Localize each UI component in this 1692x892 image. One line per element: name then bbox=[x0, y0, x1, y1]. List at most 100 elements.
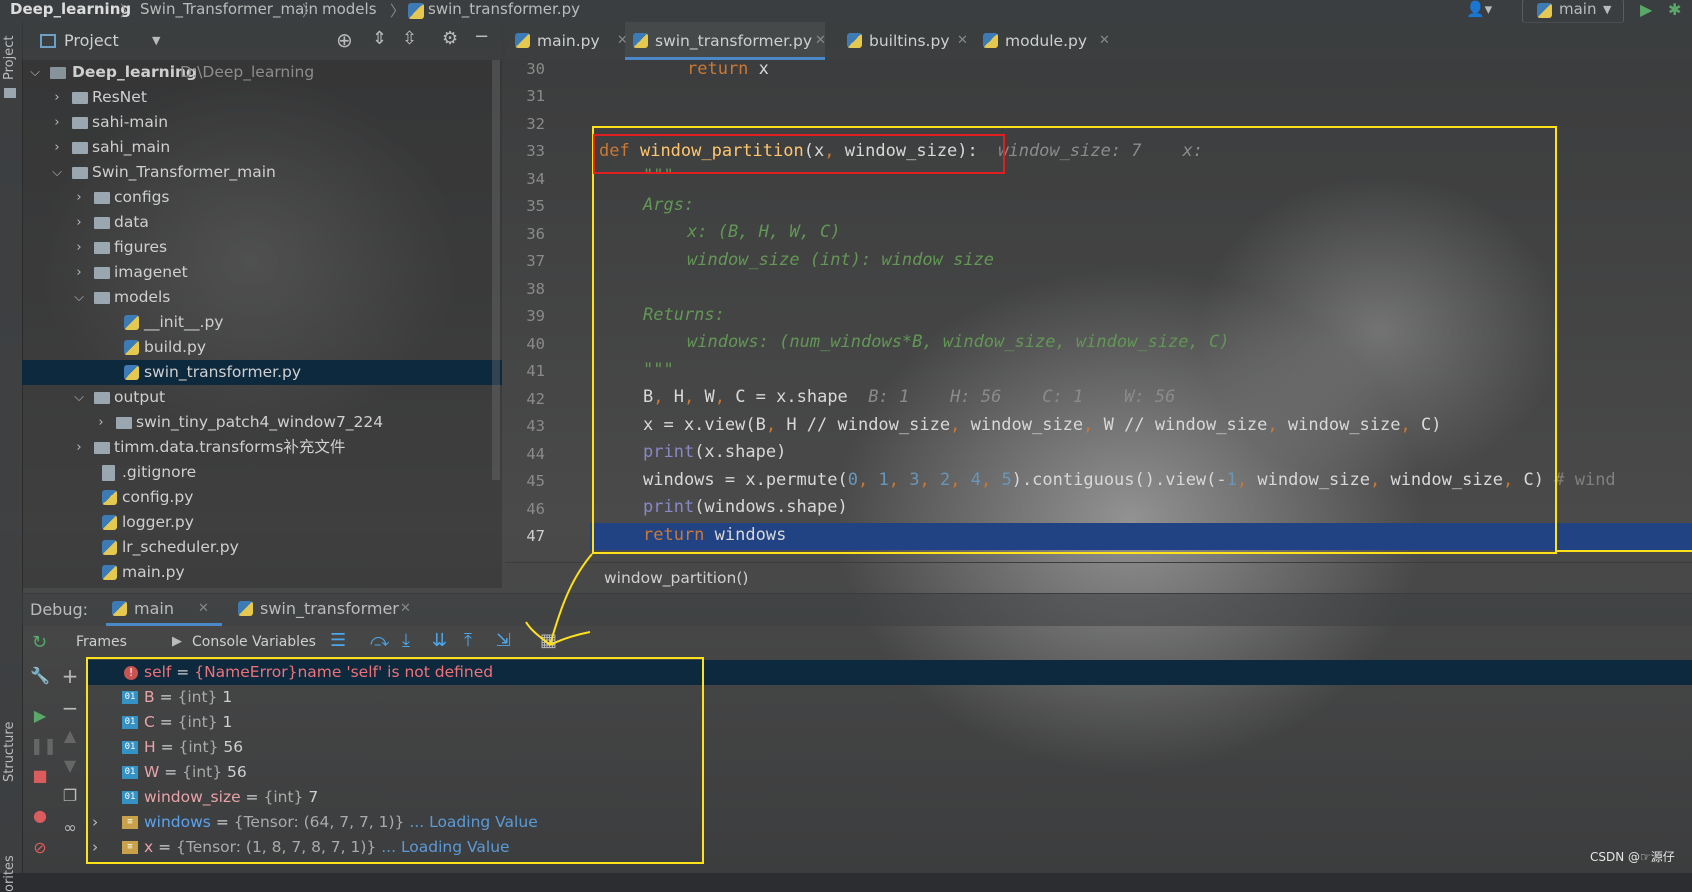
step-into-my-code-icon[interactable]: ⇊ bbox=[432, 630, 447, 651]
run-config-dropdown[interactable]: main ▼ bbox=[1522, 0, 1624, 23]
chevron-down-icon[interactable]: ▼ bbox=[152, 34, 160, 47]
tree-item[interactable]: › configs bbox=[22, 185, 502, 210]
tab-label: swin_transformer.py bbox=[655, 32, 813, 50]
breadcrumb-project[interactable]: Deep_learning bbox=[10, 0, 131, 18]
tool-window-strip: Project Structure orites bbox=[0, 22, 23, 892]
favorites-tool-tab[interactable]: orites bbox=[2, 855, 17, 892]
close-icon[interactable]: ✕ bbox=[957, 22, 968, 60]
stop-icon[interactable]: ■ bbox=[30, 766, 50, 785]
run-icon[interactable]: ▶ bbox=[1640, 0, 1652, 19]
debug-icon[interactable]: ✱ bbox=[1668, 0, 1681, 19]
tree-scrollbar[interactable] bbox=[492, 60, 500, 480]
breadcrumb-file[interactable]: swin_transformer.py bbox=[428, 0, 580, 18]
tab-debug-main[interactable]: main ✕ bbox=[106, 594, 222, 626]
chevron-down-icon: ⌵ bbox=[74, 390, 84, 405]
add-watch-icon[interactable]: + bbox=[60, 664, 80, 688]
structure-tool-tab[interactable]: Structure bbox=[2, 722, 17, 782]
tree-item[interactable]: ⌵ models bbox=[22, 285, 502, 310]
tab-module-py[interactable]: module.py ✕ bbox=[983, 22, 1110, 60]
breadcrumb-folder-models[interactable]: models bbox=[322, 0, 377, 18]
code-line-30[interactable]: return x bbox=[687, 59, 769, 79]
wrench-icon[interactable]: 🔧 bbox=[30, 666, 50, 685]
annotation-arrow bbox=[525, 553, 593, 646]
tab-main-py[interactable]: main.py ✕ bbox=[515, 22, 628, 60]
expand-all-icon[interactable]: ⇕ bbox=[372, 28, 387, 49]
line-number: 31 bbox=[526, 87, 545, 105]
tree-item[interactable]: › imagenet bbox=[22, 260, 502, 285]
tree-item[interactable]: › figures bbox=[22, 235, 502, 260]
line-number: 39 bbox=[526, 307, 545, 325]
tree-item[interactable]: .gitignore bbox=[22, 460, 502, 485]
tree-item[interactable]: __init__.py bbox=[22, 310, 502, 335]
project-view-label[interactable]: Project bbox=[64, 31, 119, 50]
python-file-icon bbox=[983, 33, 998, 48]
tree-root[interactable]: ⌵ Deep_learning D:\Deep_learning bbox=[22, 60, 502, 85]
breadcrumb-folder[interactable]: Swin_Transformer_main bbox=[140, 0, 318, 18]
minimize-icon[interactable]: − bbox=[474, 26, 489, 47]
console-tab[interactable]: Console bbox=[192, 634, 248, 650]
step-out-icon[interactable]: ⤒ bbox=[464, 630, 472, 651]
close-icon[interactable]: ✕ bbox=[198, 601, 209, 616]
tree-item[interactable]: config.py bbox=[22, 485, 502, 510]
variables-tab[interactable]: Variables bbox=[252, 634, 316, 650]
gear-icon[interactable]: ⚙ bbox=[442, 28, 458, 49]
annotation-box-variables bbox=[86, 657, 704, 864]
tree-item[interactable]: › timm.data.transforms补充文件 bbox=[22, 435, 502, 460]
collapse-all-icon[interactable]: ⇳ bbox=[402, 28, 417, 49]
tree-item[interactable]: › data bbox=[22, 210, 502, 235]
tree-item-selected[interactable]: swin_transformer.py bbox=[22, 360, 502, 385]
tab-label: main.py bbox=[537, 32, 600, 50]
tree-item[interactable]: build.py bbox=[22, 335, 502, 360]
move-up-icon[interactable]: ▲ bbox=[60, 726, 80, 745]
debug-toolbar: ↻ Frames ▶ Console Variables ☰ ⤼ ⤓ ⇊ ⤒ ⇲… bbox=[22, 626, 1692, 660]
tree-root-path: D:\Deep_learning bbox=[180, 63, 315, 81]
folder-icon bbox=[50, 67, 66, 79]
close-icon[interactable]: ✕ bbox=[400, 601, 411, 616]
view-breakpoints-icon[interactable]: ● bbox=[30, 806, 50, 825]
tree-item[interactable]: › swin_tiny_patch4_window7_224 bbox=[22, 410, 502, 435]
tab-debug-swin-transformer[interactable]: swin_transformer ✕ bbox=[236, 594, 416, 626]
tree-item[interactable]: › sahi_main bbox=[22, 135, 502, 160]
copy-icon[interactable]: ❐ bbox=[60, 786, 80, 805]
chevron-right-icon: › bbox=[54, 140, 60, 155]
step-into-icon[interactable]: ⤓ bbox=[402, 630, 410, 651]
tree-item[interactable]: ⌵ Swin_Transformer_main bbox=[22, 160, 502, 185]
folder-icon bbox=[94, 242, 110, 254]
tree-item-label: output bbox=[114, 388, 166, 406]
tab-builtins-py[interactable]: builtins.py ✕ bbox=[847, 22, 968, 60]
tree-item-label: .gitignore bbox=[122, 463, 197, 481]
mute-breakpoints-icon[interactable]: ⊘ bbox=[30, 838, 50, 857]
move-down-icon[interactable]: ▼ bbox=[60, 756, 80, 775]
tree-item[interactable]: › ResNet bbox=[22, 85, 502, 110]
line-number: 44 bbox=[526, 445, 545, 463]
tree-item[interactable]: ⌵ output bbox=[22, 385, 502, 410]
step-over-icon[interactable]: ⤼ bbox=[370, 630, 389, 651]
tree-item-label: swin_tiny_patch4_window7_224 bbox=[136, 413, 384, 431]
function-breadcrumb[interactable]: window_partition() bbox=[604, 563, 748, 593]
rerun-icon[interactable]: ↻ bbox=[32, 632, 47, 653]
show-watches-icon[interactable]: ∞ bbox=[60, 818, 80, 837]
close-icon[interactable]: ✕ bbox=[815, 22, 826, 60]
locate-icon[interactable]: ⊕ bbox=[336, 28, 353, 52]
chevron-right-icon: › bbox=[76, 215, 82, 230]
tree-item-label: timm.data.transforms补充文件 bbox=[114, 438, 346, 456]
pause-icon[interactable]: ❚❚ bbox=[30, 736, 57, 755]
annotation-line bbox=[1555, 550, 1692, 552]
tree-item[interactable]: main.py bbox=[22, 560, 502, 585]
tree-item[interactable]: › sahi-main bbox=[22, 110, 502, 135]
user-icon[interactable]: 👤▾ bbox=[1466, 0, 1492, 18]
tree-item-label: Swin_Transformer_main bbox=[92, 163, 276, 181]
remove-watch-icon[interactable]: − bbox=[60, 696, 80, 720]
resume-icon[interactable]: ▶ bbox=[30, 706, 50, 725]
close-icon[interactable]: ✕ bbox=[1099, 22, 1110, 60]
frames-tab[interactable]: Frames bbox=[76, 634, 127, 650]
run-to-cursor-icon[interactable]: ⇲ bbox=[496, 630, 511, 651]
python-icon bbox=[112, 601, 127, 616]
tree-item[interactable]: lr_scheduler.py bbox=[22, 535, 502, 560]
show-execution-point-icon[interactable]: ☰ bbox=[330, 630, 346, 651]
tab-swin-transformer-py[interactable]: swin_transformer.py ✕ bbox=[625, 22, 826, 60]
project-tool-tab[interactable]: Project bbox=[2, 36, 17, 80]
folder-icon bbox=[94, 442, 110, 454]
tree-item-label: lr_scheduler.py bbox=[122, 538, 239, 556]
tree-item[interactable]: logger.py bbox=[22, 510, 502, 535]
